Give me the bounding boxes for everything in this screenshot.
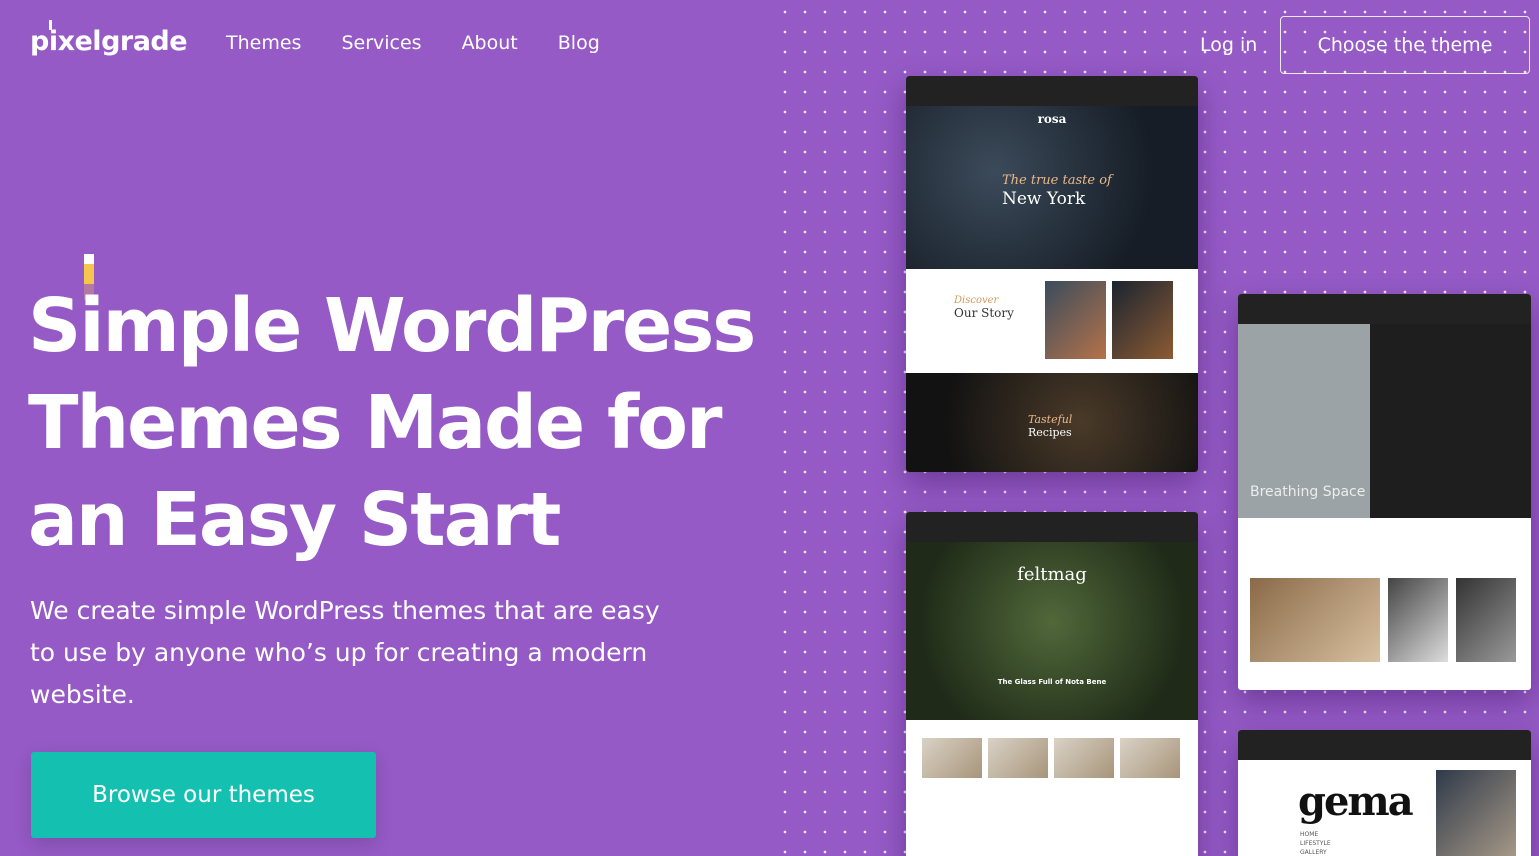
theme-preview-rosa[interactable]: rosa The true taste of New York Discover… — [906, 76, 1198, 472]
browser-bar — [906, 512, 1198, 542]
theme-preview-felt[interactable]: feltmag The Glass Full of Nota Bene — [906, 512, 1198, 856]
theme-preview-gema[interactable]: gema HOME LIFESTYLE GALLERY — [1238, 730, 1531, 856]
rosa-brand: rosa — [1037, 112, 1067, 126]
nav-services[interactable]: Services — [341, 32, 421, 54]
gema-menu-item: GALLERY — [1300, 849, 1327, 856]
rosa-story-heading: Our Story — [954, 306, 1014, 320]
gema-image — [1436, 770, 1516, 856]
browser-bar — [906, 76, 1198, 106]
theme-preview-noah[interactable]: Breathing Space — [1238, 294, 1531, 690]
thumbnail-image — [1388, 578, 1448, 662]
noah-quote — [1238, 518, 1531, 580]
gema-menu-item: LIFESTYLE — [1300, 840, 1331, 847]
felt-hero: feltmag The Glass Full of Nota Bene — [906, 542, 1198, 720]
hero-headline: Simple WordPress Themes Made for an Easy… — [28, 283, 756, 563]
nav-blog[interactable]: Blog — [558, 32, 600, 54]
choose-theme-button[interactable]: Choose the theme — [1280, 16, 1530, 74]
login-link[interactable]: Log in — [1200, 34, 1257, 56]
rosa-story-title: Discover Our Story — [954, 295, 1014, 320]
rosa-story-script: Discover — [954, 295, 999, 306]
noah-hero: Breathing Space — [1238, 324, 1531, 518]
thumbnail-image — [988, 738, 1048, 778]
rosa-recipes-title: Tasteful Recipes — [1028, 413, 1072, 439]
logo-text: pixelgrade — [30, 26, 188, 57]
hero-subtitle: We create simple WordPress themes that a… — [30, 596, 660, 709]
logo[interactable]: pixelgrade — [30, 20, 188, 57]
gema-menu: HOME LIFESTYLE GALLERY — [1300, 830, 1331, 856]
felt-thumbnails — [922, 738, 1180, 778]
gema-menu-item: HOME — [1300, 831, 1319, 838]
nav-themes[interactable]: Themes — [226, 32, 301, 54]
thumbnail-image — [1054, 738, 1114, 778]
rosa-recipes-heading: Recipes — [1028, 426, 1072, 439]
rosa-hero: rosa The true taste of New York — [906, 106, 1198, 269]
rosa-recipes-section: Tasteful Recipes — [906, 373, 1198, 472]
browse-themes-button[interactable]: Browse our themes — [31, 752, 376, 838]
main-nav: Themes Services About Blog — [226, 32, 600, 54]
noah-thumbnails — [1250, 578, 1516, 662]
thumbnail-image — [922, 738, 982, 778]
thumbnail-image — [1456, 578, 1516, 662]
gema-brand: gema — [1298, 778, 1414, 825]
browser-bar — [1238, 294, 1531, 324]
rosa-hero-title: The true taste of New York — [1002, 170, 1112, 209]
rosa-story-image — [1112, 281, 1173, 359]
thumbnail-image — [1250, 578, 1380, 662]
rosa-story-section: Discover Our Story — [906, 269, 1198, 373]
rosa-story-image — [1045, 281, 1106, 359]
felt-brand: feltmag — [1017, 564, 1087, 585]
felt-caption: The Glass Full of Nota Bene — [997, 678, 1107, 686]
nav-about[interactable]: About — [462, 32, 518, 54]
rosa-recipes-script: Tasteful — [1028, 413, 1073, 426]
logo-tick — [49, 20, 52, 30]
thumbnail-image — [1120, 738, 1180, 778]
browser-bar — [1238, 730, 1531, 760]
rosa-hero-heading: New York — [1002, 189, 1086, 209]
rosa-hero-script: The true taste of — [1002, 173, 1112, 188]
noah-hero-title: Breathing Space — [1250, 484, 1366, 500]
